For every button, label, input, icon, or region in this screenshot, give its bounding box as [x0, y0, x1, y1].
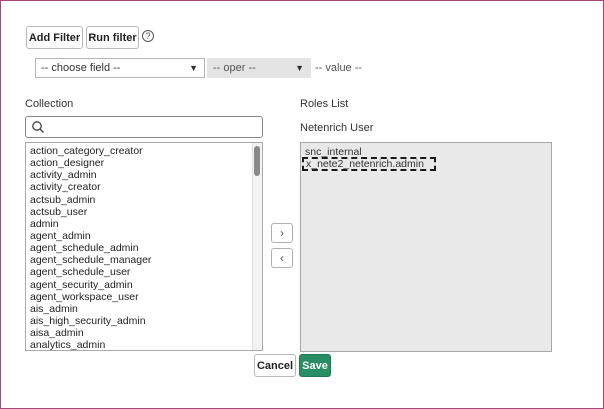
collection-list-item[interactable]: admin	[26, 218, 262, 230]
roles-list-title: Roles List	[300, 98, 349, 110]
search-icon	[32, 121, 44, 133]
roles-list-item[interactable]: x_nete2_netenrich.admin	[302, 157, 436, 172]
caret-down-icon: ▼	[295, 63, 304, 73]
roles-items: snc_internal x_nete2_netenrich.admin	[301, 143, 551, 172]
value-label: -- value --	[315, 62, 363, 74]
collection-list-item[interactable]: activity_admin	[26, 169, 262, 181]
collection-scrollbar-thumb[interactable]	[254, 146, 260, 176]
collection-scrollbar[interactable]	[252, 143, 262, 350]
collection-list-item[interactable]: agent_schedule_user	[26, 266, 262, 278]
operator-select[interactable]: -- oper -- ▼	[207, 58, 311, 78]
collection-list-item[interactable]: analytics_admin	[26, 339, 262, 350]
collection-search-box[interactable]	[25, 116, 263, 138]
collection-list-item[interactable]: action_category_creator	[26, 145, 262, 157]
collection-list-item[interactable]: activity_creator	[26, 181, 262, 193]
chevron-right-icon: ›	[280, 226, 284, 240]
run-filter-button[interactable]: Run filter	[86, 26, 139, 49]
collection-list-item[interactable]: agent_schedule_admin	[26, 242, 262, 254]
help-icon[interactable]: ?	[142, 30, 154, 42]
collection-list-item[interactable]: agent_security_admin	[26, 279, 262, 291]
choose-field-value: -- choose field --	[41, 62, 121, 74]
collection-search-input[interactable]	[48, 118, 262, 138]
collection-title: Collection	[25, 98, 74, 110]
add-filter-button[interactable]: Add Filter	[26, 26, 83, 49]
roles-listbox[interactable]: snc_internal x_nete2_netenrich.admin	[300, 142, 552, 352]
cancel-button[interactable]: Cancel	[254, 354, 296, 377]
add-role-button[interactable]: ›	[271, 223, 293, 243]
collection-list-item[interactable]: agent_schedule_manager	[26, 254, 262, 266]
collection-list-item[interactable]: agent_admin	[26, 230, 262, 242]
collection-list-item[interactable]: action_designer	[26, 157, 262, 169]
caret-down-icon: ▼	[189, 63, 198, 73]
collection-list-item[interactable]: aisa_admin	[26, 327, 262, 339]
collection-listbox[interactable]: action_category_creator action_designer ac…	[25, 142, 263, 351]
collection-items: action_category_creator action_designer ac…	[26, 143, 262, 350]
operator-value: -- oper --	[213, 62, 256, 74]
save-button[interactable]: Save	[299, 354, 331, 377]
roles-list-item[interactable]: snc_internal	[301, 146, 551, 158]
collection-list-item[interactable]: actsub_user	[26, 206, 262, 218]
roles-list-subtitle: Netenrich User	[300, 122, 374, 134]
chevron-left-icon: ‹	[280, 251, 284, 265]
remove-role-button[interactable]: ‹	[271, 248, 293, 268]
collection-list-item[interactable]: actsub_admin	[26, 194, 262, 206]
collection-list-item[interactable]: agent_workspace_user	[26, 291, 262, 303]
collection-list-item[interactable]: ais_high_security_admin	[26, 315, 262, 327]
collection-list-item[interactable]: ais_admin	[26, 303, 262, 315]
choose-field-select[interactable]: -- choose field -- ▼	[35, 58, 205, 78]
